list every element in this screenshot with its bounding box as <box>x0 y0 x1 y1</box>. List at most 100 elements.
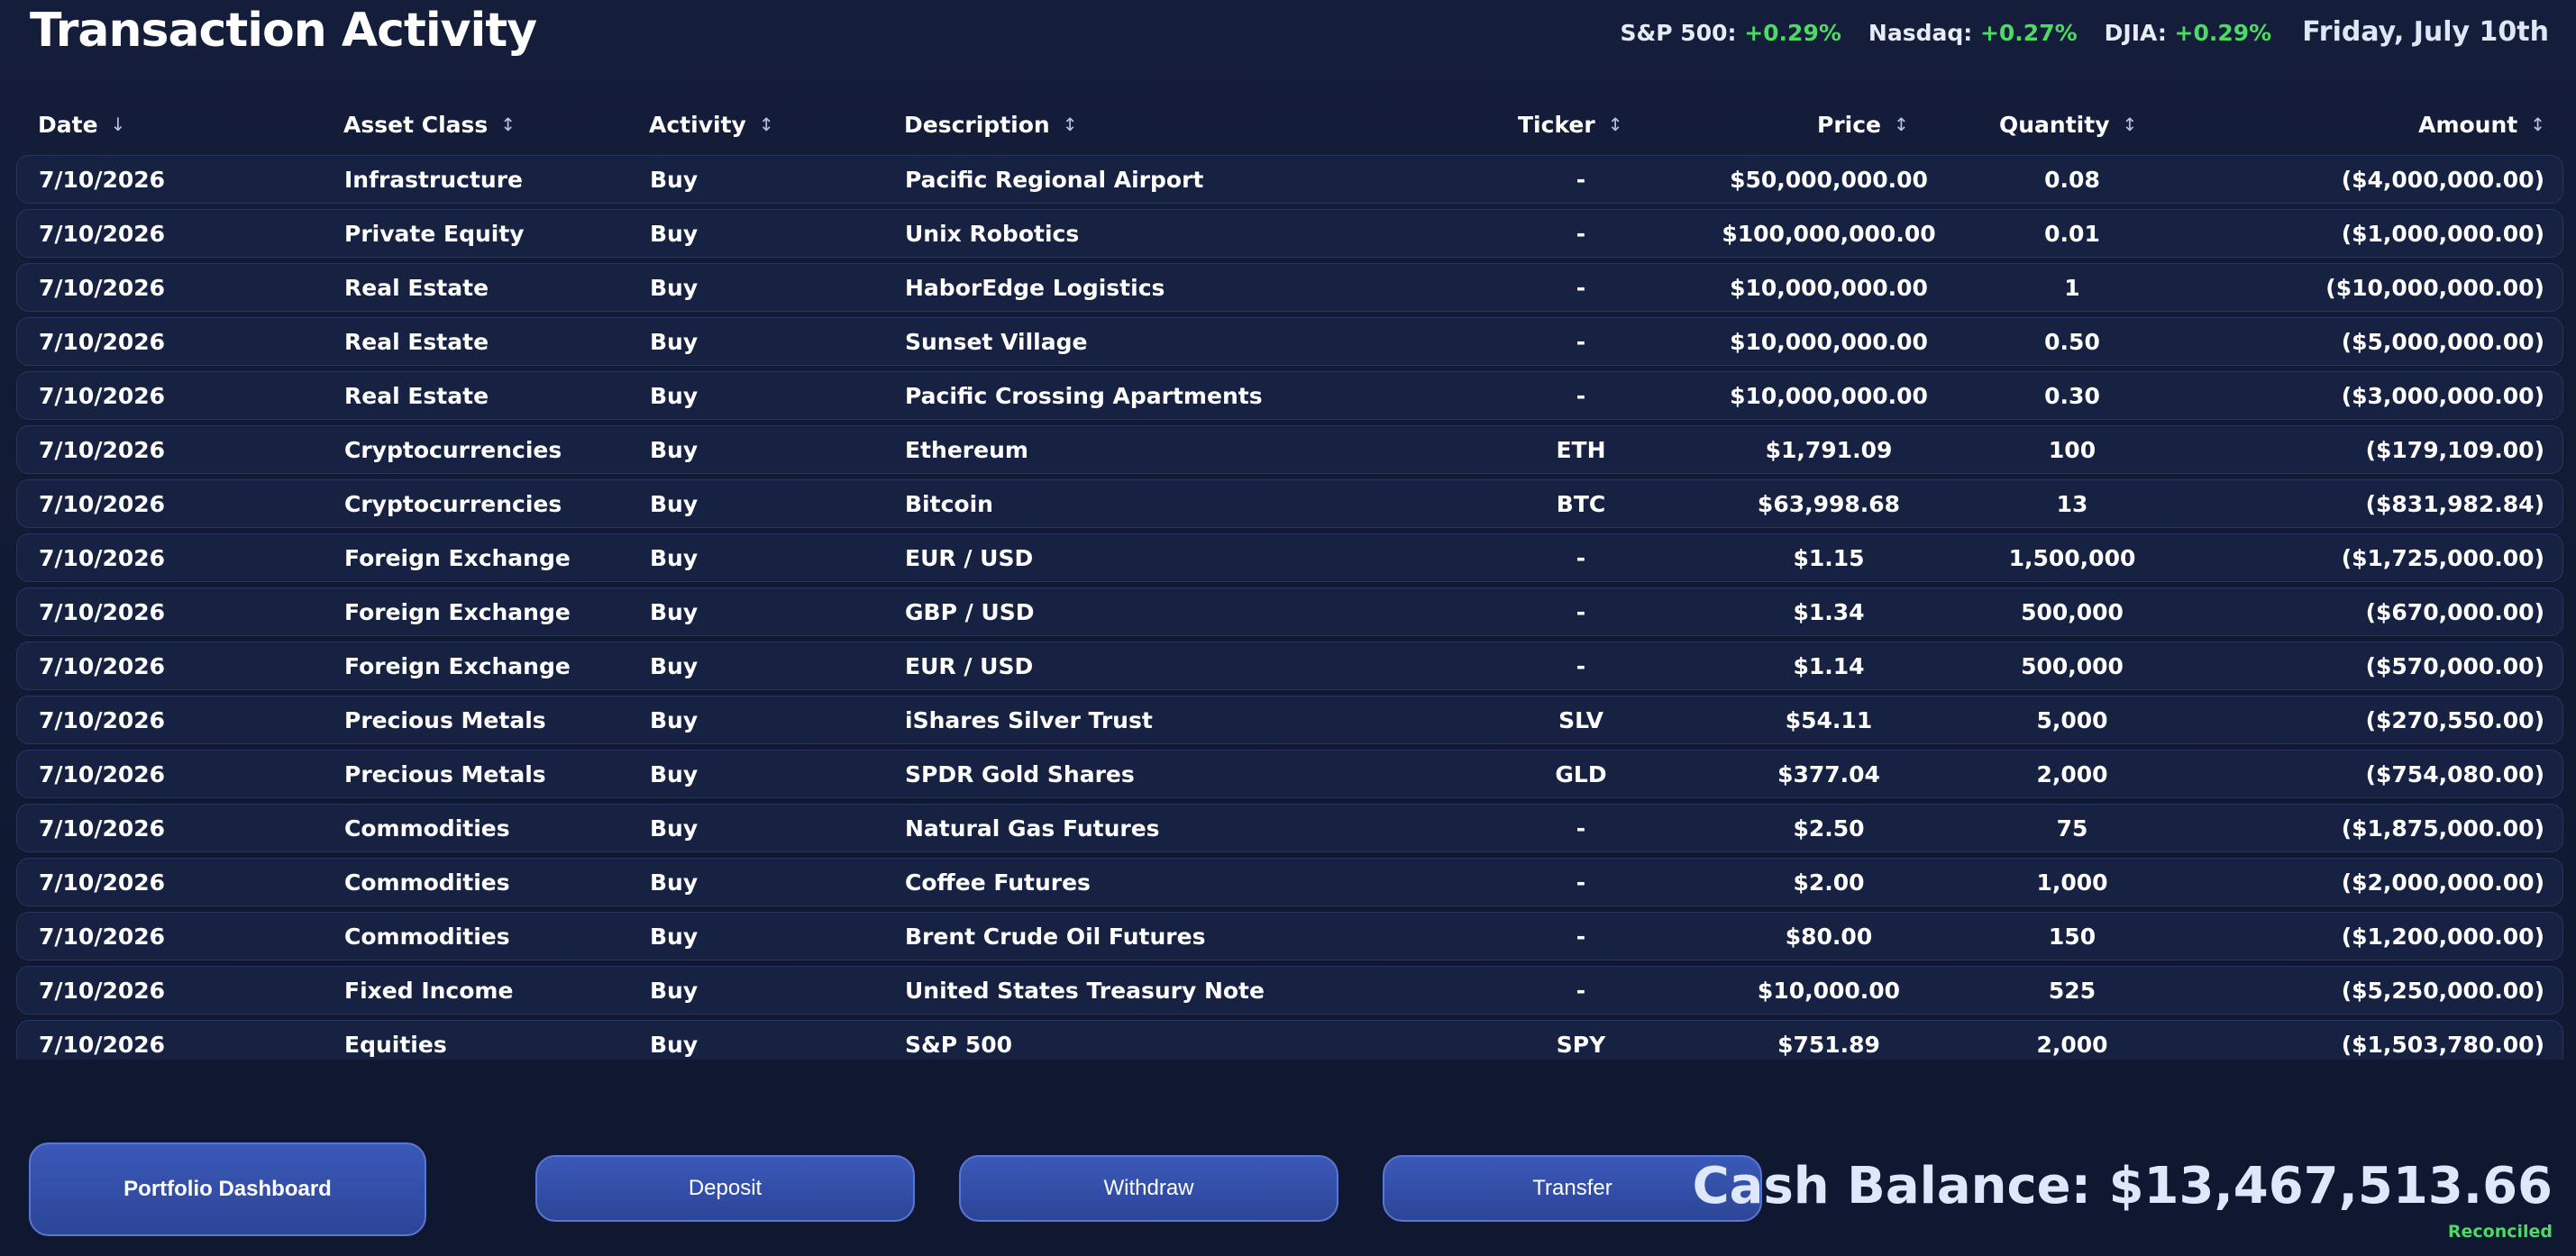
table-row[interactable]: 7/10/2026 Real Estate Buy Sunset Village - $1… <box>16 317 2563 366</box>
cell-activity: Buy <box>650 274 699 301</box>
cell-date: 7/10/2026 <box>39 274 166 301</box>
table-row[interactable]: 7/10/2026 Real Estate Buy HaborEdge Logisti… <box>16 263 2563 312</box>
cell-quantity: 75 <box>2056 815 2088 842</box>
cell-amount: ($754,080.00) <box>2365 760 2544 787</box>
table-row[interactable]: 7/10/2026 Cryptocurrencies Buy Bitcoin BTC $6… <box>16 479 2563 528</box>
column-header-amount[interactable]: Amount ↕ <box>2418 101 2545 148</box>
table-row[interactable]: 7/10/2026 Foreign Exchange Buy EUR / USD - $1… <box>16 533 2563 582</box>
cell-ticker: - <box>1576 382 1586 409</box>
cell-amount: ($2,000,000.00) <box>2341 869 2544 896</box>
cell-amount: ($5,000,000.00) <box>2341 328 2544 355</box>
cell-price: $10,000,000.00 <box>1730 328 1928 355</box>
table-row[interactable]: 7/10/2026 Commodities Buy Brent Crude Oil F… <box>16 912 2563 960</box>
cell-asset-class: Real Estate <box>344 382 489 409</box>
cell-activity: Buy <box>650 382 699 409</box>
cell-activity: Buy <box>650 166 699 193</box>
column-header-date[interactable]: Date ↓ <box>38 101 125 148</box>
cell-price: $2.00 <box>1793 869 1865 896</box>
transaction-list[interactable]: 7/10/2026 Infrastructure Buy Pacific Region… <box>16 155 2563 1060</box>
cell-description: Sunset Village <box>905 328 1088 355</box>
cash-balance-value: $13,467,513.66 <box>2108 1157 2553 1215</box>
table-row[interactable]: 7/10/2026 Fixed Income Buy United States Tr… <box>16 966 2563 1015</box>
cell-amount: ($1,875,000.00) <box>2341 815 2544 842</box>
cell-ticker: - <box>1576 274 1586 301</box>
cell-date: 7/10/2026 <box>39 328 166 355</box>
sort-icon: ↕ <box>500 114 516 135</box>
cell-quantity: 0.50 <box>2044 328 2100 355</box>
cell-quantity: 100 <box>2048 436 2096 463</box>
cell-ticker: - <box>1576 598 1586 625</box>
table-row[interactable]: 7/10/2026 Precious Metals Buy SPDR Gold Sha… <box>16 750 2563 798</box>
cell-price: $1.34 <box>1793 598 1865 625</box>
table-row[interactable]: 7/10/2026 Cryptocurrencies Buy Ethereum ETH $… <box>16 425 2563 474</box>
table-row[interactable]: 7/10/2026 Foreign Exchange Buy EUR / USD - $1… <box>16 642 2563 690</box>
cell-price: $751.89 <box>1777 1031 1880 1058</box>
cell-price: $50,000,000.00 <box>1730 166 1928 193</box>
cell-amount: ($270,550.00) <box>2365 706 2544 733</box>
table-header: Date ↓ Asset Class ↕ Activity ↕ Description… <box>16 101 2563 148</box>
cell-ticker: - <box>1576 544 1586 571</box>
table-row[interactable]: 7/10/2026 Precious Metals Buy iShares Silve… <box>16 696 2563 744</box>
cell-amount: ($1,000,000.00) <box>2341 220 2544 247</box>
table-row[interactable]: 7/10/2026 Infrastructure Buy Pacific Region… <box>16 155 2563 204</box>
column-header-price[interactable]: Price ↕ <box>1817 101 1909 148</box>
cell-date: 7/10/2026 <box>39 220 166 247</box>
cell-quantity: 0.08 <box>2044 166 2100 193</box>
cell-description: Ethereum <box>905 436 1028 463</box>
cell-quantity: 2,000 <box>2036 1031 2108 1058</box>
cell-quantity: 1 <box>2064 274 2080 301</box>
cell-asset-class: Precious Metals <box>344 706 546 733</box>
cell-price: $100,000,000.00 <box>1722 220 1936 247</box>
reconciled-status: Reconciled <box>2447 1222 2553 1242</box>
cell-date: 7/10/2026 <box>39 382 166 409</box>
cell-quantity: 1,500,000 <box>2008 544 2136 571</box>
cell-ticker: ETH <box>1556 436 1606 463</box>
cell-description: EUR / USD <box>905 544 1034 571</box>
table-row[interactable]: 7/10/2026 Real Estate Buy Pacific Crossing … <box>16 371 2563 420</box>
column-header-description[interactable]: Description ↕ <box>904 101 1077 148</box>
cell-amount: ($831,982.84) <box>2365 490 2544 517</box>
cell-activity: Buy <box>650 328 699 355</box>
index-nasdaq: Nasdaq: +0.27% <box>1868 20 2078 46</box>
cell-description: Pacific Crossing Apartments <box>905 382 1263 409</box>
table-row[interactable]: 7/10/2026 Private Equity Buy Unix Robotics -… <box>16 209 2563 258</box>
cash-balance: Cash Balance: $13,467,513.66 <box>1692 1157 2553 1215</box>
cell-asset-class: Equities <box>344 1031 447 1058</box>
cell-date: 7/10/2026 <box>39 706 166 733</box>
withdraw-button[interactable]: Withdraw <box>959 1155 1338 1222</box>
cell-asset-class: Commodities <box>344 923 510 950</box>
cell-ticker: GLD <box>1555 760 1607 787</box>
column-header-ticker[interactable]: Ticker ↕ <box>1518 101 1622 148</box>
cell-activity: Buy <box>650 815 699 842</box>
portfolio-dashboard-button[interactable]: Portfolio Dashboard <box>29 1142 426 1236</box>
cell-activity: Buy <box>650 1031 699 1058</box>
cell-activity: Buy <box>650 977 699 1004</box>
table-row[interactable]: 7/10/2026 Equities Buy S&P 500 SPY $751.89 2,0… <box>16 1020 2563 1060</box>
column-header-quantity[interactable]: Quantity ↕ <box>1999 101 2137 148</box>
cell-ticker: - <box>1576 652 1586 679</box>
column-header-activity[interactable]: Activity ↕ <box>649 101 774 148</box>
cell-price: $2.50 <box>1793 815 1865 842</box>
cell-activity: Buy <box>650 706 699 733</box>
cell-price: $63,998.68 <box>1757 490 1901 517</box>
column-header-asset-class[interactable]: Asset Class ↕ <box>343 101 516 148</box>
table-row[interactable]: 7/10/2026 Foreign Exchange Buy GBP / USD - $1… <box>16 587 2563 636</box>
table-row[interactable]: 7/10/2026 Commodities Buy Natural Gas Futur… <box>16 804 2563 852</box>
cell-amount: ($5,250,000.00) <box>2341 977 2544 1004</box>
sort-desc-icon: ↓ <box>110 114 126 135</box>
cell-asset-class: Private Equity <box>344 220 525 247</box>
table-row[interactable]: 7/10/2026 Commodities Buy Coffee Futures - $2… <box>16 858 2563 906</box>
cell-price: $10,000,000.00 <box>1730 382 1928 409</box>
sort-icon: ↕ <box>2530 114 2545 135</box>
cell-asset-class: Commodities <box>344 815 510 842</box>
cell-quantity: 1,000 <box>2036 869 2108 896</box>
cell-quantity: 150 <box>2048 923 2096 950</box>
cell-date: 7/10/2026 <box>39 869 166 896</box>
cell-activity: Buy <box>650 760 699 787</box>
cell-ticker: - <box>1576 815 1586 842</box>
cell-activity: Buy <box>650 436 699 463</box>
cell-ticker: - <box>1576 923 1586 950</box>
deposit-button[interactable]: Deposit <box>535 1155 915 1222</box>
cell-activity: Buy <box>650 490 699 517</box>
cell-asset-class: Commodities <box>344 869 510 896</box>
